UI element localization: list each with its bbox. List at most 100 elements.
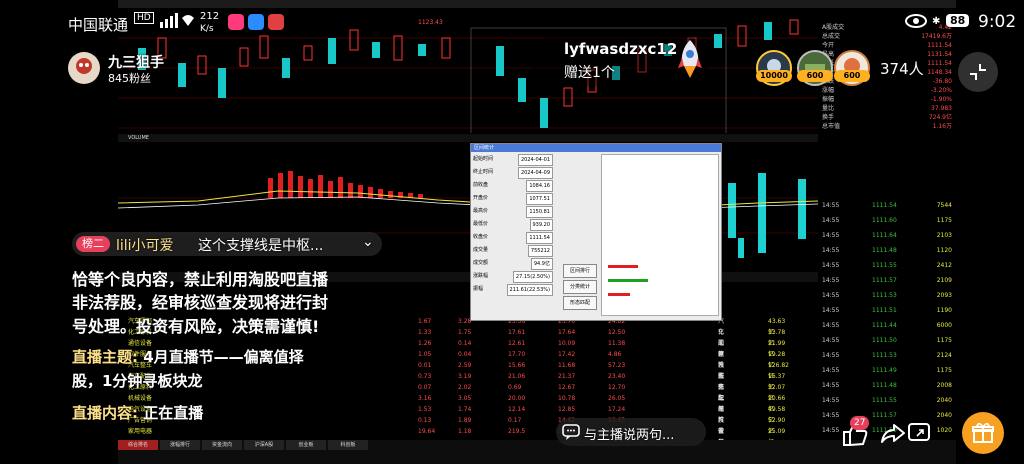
quote-row-label: 换手 [822, 114, 835, 121]
table-row[interactable]: 化工原料 0.07 2.02 0.69 12.67 12.70 化工原料 32.07亿 [118, 382, 785, 424]
tick-price: 1111.60 [872, 217, 897, 224]
tick-time: 14:55 [822, 232, 840, 239]
chat-bubble-icon [562, 424, 580, 440]
tick-price: 1111.48 [872, 247, 897, 254]
tick-time: 14:55 [822, 427, 840, 434]
clock: 9:02 [978, 12, 1017, 32]
bottom-tab[interactable]: 综合排名 [118, 440, 158, 450]
dialog-fields: 起始时间 2024-04-01 终止时间 2024-04-09 前收盘 1084.16 开盘… [473, 154, 553, 314]
table-cell-p2: 3.05 [458, 395, 472, 402]
table-row[interactable]: 机械设备 3.16 3.05 20.00 10.78 26.05 机械设备 20.66亿 [118, 393, 785, 435]
share-button[interactable] [880, 421, 906, 445]
dialog-field-value[interactable]: 1084.16 [526, 180, 553, 192]
dialog-field-label: 成交量 [473, 247, 489, 253]
bottom-tab[interactable]: 涨幅排行 [160, 440, 200, 450]
tick-time: 14:55 [822, 217, 840, 224]
table-cell-p2: 0.04 [458, 351, 472, 358]
app-notification-icon [228, 14, 244, 30]
table-row[interactable]: 电气设备1.531.7412.1412.8517.24电气设备49.58亿 [118, 404, 785, 446]
tick-volume: 1175 [936, 337, 952, 344]
bottom-tab[interactable]: 沪深A股 [244, 440, 284, 450]
chevron-down-icon: ⌄ [362, 234, 374, 250]
tick-row: 14:55 1111.54 7544 [822, 202, 952, 210]
table-cell-p3: 17.70 [508, 351, 526, 358]
hd-badge: HD [134, 12, 154, 24]
tick-time: 14:55 [822, 277, 840, 284]
exit-fullscreen-button[interactable] [958, 52, 998, 92]
table-cell-p5: 12.70 [608, 384, 626, 391]
table-cell-p3: 15.66 [508, 362, 526, 369]
tick-price: 1111.44 [872, 322, 897, 329]
live-content-label: 直播内容: [72, 404, 138, 422]
chat-placeholder: 与主播说两句... [584, 428, 675, 443]
live-topic-text2: 股，1分钟寻板块龙 [72, 372, 203, 390]
tick-time: 14:55 [822, 412, 840, 419]
tick-volume: 2103 [936, 232, 952, 239]
gift-text: 赠送1个 [564, 65, 615, 81]
streamer-name[interactable]: 九三狙手 [108, 52, 164, 72]
table-cell-p4: 11.68 [558, 362, 576, 369]
tick-volume: 1175 [936, 217, 952, 224]
table-cell-p4: 17.42 [558, 351, 576, 358]
tick-volume: 7544 [936, 202, 952, 209]
tick-volume: 2093 [936, 292, 952, 299]
tick-row: 14:55 1111.60 1175 [822, 217, 952, 225]
tick-price: 1111.53 [872, 292, 897, 299]
table-cell-p5: 11.38 [608, 340, 626, 347]
dialog-field-value[interactable]: 2024-04-01 [517, 154, 553, 166]
dialog-field: 最低价 939.20 [473, 219, 553, 231]
chat-input-button[interactable]: 与主播说两句... [556, 418, 706, 446]
top-viewer-badge-1: 10000 [756, 70, 792, 82]
table-cell-p3: 0.69 [508, 384, 522, 391]
live-content: 直播内容: 正在直播 [72, 402, 203, 423]
volume-label: VOLUME [128, 135, 149, 141]
dialog-field-label: 开盘价 [473, 195, 489, 201]
dialog-field: 收盘价 1111.54 [473, 232, 553, 244]
comment-chip[interactable]: 榜二 lili小可爱 这个支撑线是中枢... ⌄ [72, 232, 382, 256]
table-row[interactable]: 汽车配件 0.73 3.19 21.06 21.37 23.40 汽车配件 16.37亿 [118, 371, 785, 413]
viewer-count[interactable]: 374人 [880, 58, 924, 79]
dialog-field-label: 成交额 [473, 260, 489, 266]
tick-time: 14:55 [822, 397, 840, 404]
table-cell-p3: 0.17 [508, 417, 522, 424]
signal-icon [160, 12, 194, 32]
dialog-field-value[interactable]: 755212 [527, 245, 553, 257]
dialog-action-button[interactable]: 分类统计 [563, 280, 597, 294]
dialog-field-value[interactable]: 1150.81 [526, 206, 553, 218]
dialog-action-button[interactable]: 形态匹配 [563, 296, 597, 310]
gift-button[interactable] [962, 412, 1004, 454]
dialog-field-value[interactable]: 1077.51 [526, 193, 553, 205]
quote-row-value: -1.90% [930, 96, 952, 103]
tick-price: 1111.50 [872, 337, 897, 344]
live-topic: 直播主题: 4月直播节——偏离值择 [72, 346, 304, 367]
dialog-field-value[interactable]: 27.15(2.50%) [512, 271, 553, 283]
bottom-tab[interactable]: 创业板 [286, 440, 326, 450]
bluetooth-icon: ✱ [932, 16, 941, 27]
bottom-tab[interactable]: 科创板 [328, 440, 368, 450]
notice-line-2: 号处理。投资有风险，决策需谨慎! [72, 317, 320, 336]
dialog-field-value[interactable]: 94.9亿 [530, 258, 553, 270]
dialog-field-value[interactable]: 939.20 [529, 219, 553, 231]
quote-row: 振幅 -1.90% [822, 96, 952, 104]
app-notification-icon-2 [248, 14, 264, 30]
tick-price: 1111.57 [872, 412, 897, 419]
dialog-field: 成交量 755212 [473, 245, 553, 257]
range-stats-dialog[interactable]: 区间统计 起始时间 2024-04-01 终止时间 2024-04-09 前收盘 1084… [470, 143, 722, 321]
quote-row: 涨幅 -3.20% [822, 87, 952, 95]
table-cell-p4: 12.85 [558, 406, 576, 413]
tick-row: 14:55 1111.53 2093 [822, 292, 952, 300]
bottom-tab[interactable]: 资金流向 [202, 440, 242, 450]
tick-time: 14:55 [822, 202, 840, 209]
table-cell-pct: 0.73 [418, 373, 432, 380]
dialog-field-value[interactable]: 2024-04-09 [517, 167, 553, 179]
dialog-field-value[interactable]: 211.61(22.53%) [506, 284, 553, 296]
live-topic-label: 直播主题: [72, 348, 138, 366]
tick-volume: 1020 [936, 427, 952, 434]
quote-row-value: -36.80 [932, 78, 952, 85]
dialog-action-button[interactable]: 区间排行 [563, 264, 597, 278]
tick-row: 14:55 1111.55 2040 [822, 397, 952, 405]
gift-box-icon [972, 422, 994, 443]
screen-toggle-button[interactable] [906, 421, 932, 445]
dialog-field-value[interactable]: 1111.54 [526, 232, 553, 244]
tick-volume: 2124 [936, 352, 952, 359]
